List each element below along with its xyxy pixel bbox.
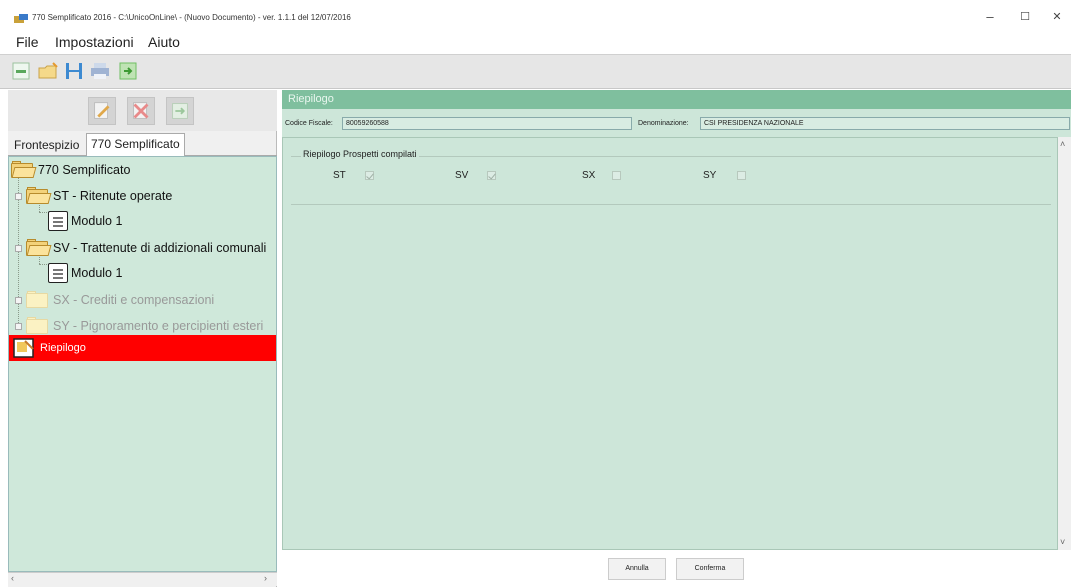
checkbox-label-st: ST [333,170,346,181]
refresh-icon[interactable] [166,97,194,125]
tree-node-st[interactable]: ST - Ritenute operate [26,185,172,207]
document-tree: 770 Semplificato ST - Ritenute operate M… [8,156,277,572]
right-panel: Riepilogo Codice Fiscale: 80059260588 De… [282,90,1071,587]
close-button[interactable]: ✕ [1047,8,1067,26]
denominazione-label: Denominazione: [638,120,689,127]
checkbox-label-sy: SY [703,170,717,181]
menu-impostazioni[interactable]: Impostazioni [55,34,134,50]
maximize-button[interactable]: ☐ [1015,8,1035,26]
expander-sx[interactable] [15,297,22,304]
scroll-right-icon[interactable]: › [264,573,267,583]
edit-icon[interactable] [88,97,116,125]
horizontal-scrollbar[interactable]: ‹ › [8,572,277,586]
tab-frontespizio[interactable]: Frontespizio [10,135,83,156]
group-title: Riepilogo Prospetti compilati [301,149,419,159]
export-icon[interactable] [117,60,139,82]
vertical-scrollbar[interactable]: ˄ ˅ [1058,137,1071,550]
tree-node-sv[interactable]: SV - Trattenute di addizionali comunali [26,237,266,259]
open-folder-icon[interactable] [37,60,59,82]
tab-770-semplificato[interactable]: 770 Semplificato [86,133,185,157]
scroll-left-icon[interactable]: ‹ [11,573,14,583]
new-document-icon[interactable] [10,60,32,82]
confirm-button[interactable]: Conferma [676,558,744,580]
section-title: Riepilogo [288,93,334,105]
open-folder-icon [11,161,37,179]
summary-icon [13,338,34,358]
minimize-button[interactable]: – [980,8,1000,26]
menu-bar: File Impostazioni Aiuto [0,30,1071,54]
checkbox-label-sx: SX [582,170,596,181]
menu-aiuto[interactable]: Aiuto [148,34,180,50]
print-icon[interactable] [89,60,111,82]
tree-node-sv-modulo-1[interactable]: Modulo 1 [48,262,122,284]
tab-strip: Frontespizio 770 Semplificato [8,132,277,157]
folder-icon [26,291,50,309]
open-folder-icon [26,239,52,257]
checkbox-sx[interactable] [612,171,621,180]
tree-node-sx[interactable]: SX - Crediti e compensazioni [26,289,214,311]
scroll-up-icon[interactable]: ˄ [1060,139,1065,149]
delete-icon[interactable] [127,97,155,125]
tree-node-riepilogo[interactable]: Riepilogo [13,337,86,359]
scroll-down-icon[interactable]: ˅ [1060,537,1065,547]
save-icon[interactable] [63,60,85,82]
summary-content: Riepilogo Prospetti compilati ST SV SX S… [282,137,1058,550]
section-header: Riepilogo [282,90,1071,109]
cancel-button[interactable]: Annulla [608,558,666,580]
folder-icon [26,317,50,335]
title-bar: 770 Semplificato 2016 - C:\UnicoOnLine\ … [0,0,1071,30]
menu-file[interactable]: File [16,34,39,50]
left-panel: Frontespizio 770 Semplificato 770 Sempli… [8,90,277,587]
toolbar [0,54,1071,89]
checkbox-st[interactable] [365,171,374,180]
checkbox-sy[interactable] [737,171,746,180]
window-title: 770 Semplificato 2016 - C:\UnicoOnLine\ … [32,13,351,22]
taxpayer-info-row: Codice Fiscale: 80059260588 Denominazion… [282,109,1071,137]
riepilogo-group: Riepilogo Prospetti compilati ST SV SX S… [291,149,1051,205]
checkbox-label-sv: SV [455,170,469,181]
left-panel-toolbar [8,90,277,131]
document-icon [48,263,68,283]
expander-sy[interactable] [15,323,22,330]
open-folder-icon [26,187,52,205]
expander-st[interactable] [15,193,22,200]
tree-node-root[interactable]: 770 Semplificato [11,159,130,181]
denominazione-field[interactable]: CSI PRESIDENZA NAZIONALE [700,117,1070,130]
tree-node-st-modulo-1[interactable]: Modulo 1 [48,210,122,232]
codice-fiscale-label: Codice Fiscale: [285,120,333,127]
document-icon [48,211,68,231]
button-bar: Annulla Conferma [282,550,1071,587]
expander-sv[interactable] [15,245,22,252]
app-icon [14,14,28,23]
codice-fiscale-field[interactable]: 80059260588 [342,117,632,130]
tree-node-sy[interactable]: SY - Pignoramento e percipienti esteri [26,315,263,337]
checkbox-sv[interactable] [487,171,496,180]
